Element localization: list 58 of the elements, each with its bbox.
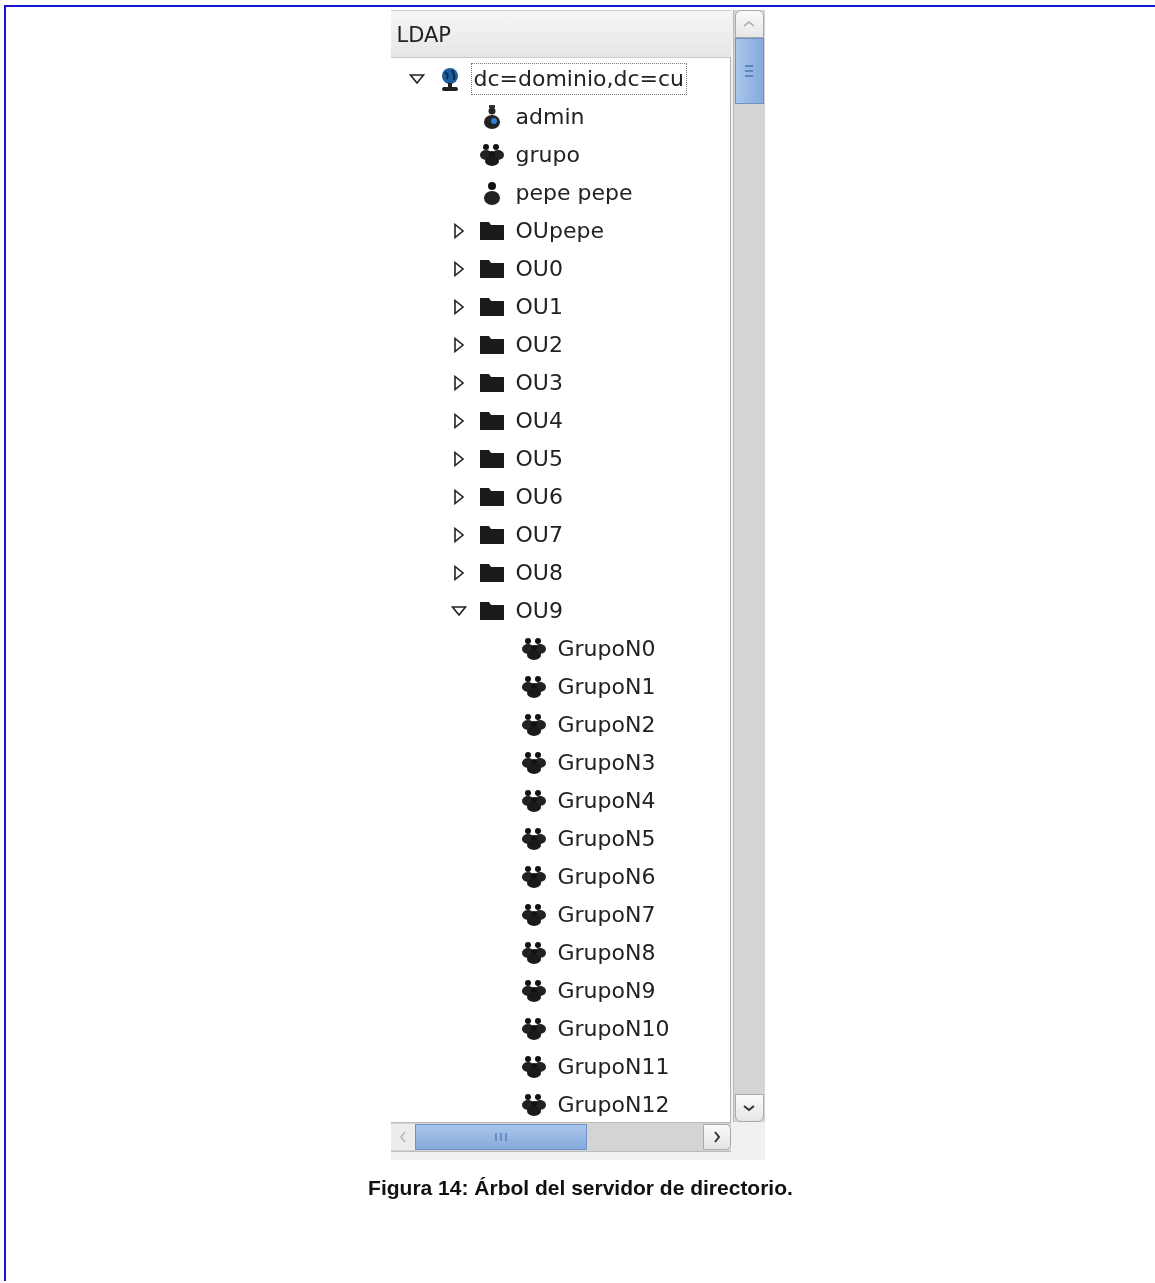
tree-item[interactable]: GrupoN1 (554, 671, 659, 703)
users-icon (520, 826, 547, 852)
tree-item[interactable]: GrupoN11 (554, 1051, 673, 1083)
scrollbar-thumb[interactable] (734, 38, 764, 104)
users-icon (520, 712, 547, 738)
users-icon (520, 1016, 547, 1042)
tree-item[interactable]: OUpepe (512, 215, 607, 247)
tree-item[interactable]: GrupoN5 (554, 823, 659, 855)
tree-item[interactable]: dc=dominio,dc=cu (470, 63, 687, 95)
tree-item[interactable]: GrupoN0 (554, 633, 659, 665)
tree-item[interactable]: OU6 (512, 481, 566, 513)
tree-item[interactable]: grupo (512, 139, 583, 171)
tree-item[interactable]: OU1 (512, 291, 566, 323)
scrollbar-thumb[interactable] (414, 1124, 587, 1150)
chevron-right-icon (711, 1130, 722, 1144)
tree-item[interactable]: OU4 (512, 405, 566, 437)
users-icon (520, 1092, 547, 1118)
tree-item[interactable]: pepe pepe (512, 177, 636, 209)
users-icon (520, 902, 547, 928)
grip-icon (744, 64, 755, 78)
collapse-triangle-icon[interactable] (450, 603, 467, 619)
tree-item[interactable]: OU2 (512, 329, 566, 361)
tree-item[interactable]: GrupoN12 (554, 1089, 673, 1121)
tree-item[interactable]: OU7 (512, 519, 566, 551)
users-icon (520, 636, 547, 662)
tree-item[interactable]: OU5 (512, 443, 566, 475)
figure-caption: Figura 14: Árbol del servidor de directorio. (368, 1176, 793, 1200)
tree-item[interactable]: OU8 (512, 557, 566, 589)
chevron-up-icon (742, 19, 757, 29)
horizontal-scrollbar[interactable] (390, 1122, 731, 1152)
collapse-triangle-icon[interactable] (408, 71, 425, 87)
users-icon (520, 940, 547, 966)
vertical-scrollbar[interactable] (732, 10, 765, 1122)
scroll-right-button[interactable] (702, 1124, 731, 1150)
tree-item[interactable]: GrupoN8 (554, 937, 659, 969)
tree-item[interactable]: OU0 (512, 253, 566, 285)
users-icon (478, 142, 505, 168)
tree-item[interactable]: GrupoN4 (554, 785, 659, 817)
tree-item[interactable]: GrupoN10 (554, 1013, 673, 1045)
tree-item[interactable]: GrupoN6 (554, 861, 659, 893)
users-icon (520, 788, 547, 814)
users-icon (520, 674, 547, 700)
grip-icon (493, 1132, 508, 1142)
users-icon (520, 978, 547, 1004)
tree-item[interactable]: OU9 (512, 595, 566, 627)
chevron-left-icon (397, 1130, 408, 1144)
scroll-down-button[interactable] (734, 1094, 764, 1122)
tree-item[interactable]: GrupoN3 (554, 747, 659, 779)
users-icon (520, 750, 547, 776)
users-icon (520, 864, 547, 890)
users-icon (520, 1054, 547, 1080)
column-header: LDAP (390, 10, 731, 58)
tree-item[interactable]: admin (512, 101, 588, 133)
tree-item[interactable]: GrupoN9 (554, 975, 659, 1007)
tree-item[interactable]: GrupoN2 (554, 709, 659, 741)
tree-item[interactable]: OU3 (512, 367, 566, 399)
chevron-down-icon (742, 1103, 757, 1113)
tree-item[interactable]: GrupoN7 (554, 899, 659, 931)
